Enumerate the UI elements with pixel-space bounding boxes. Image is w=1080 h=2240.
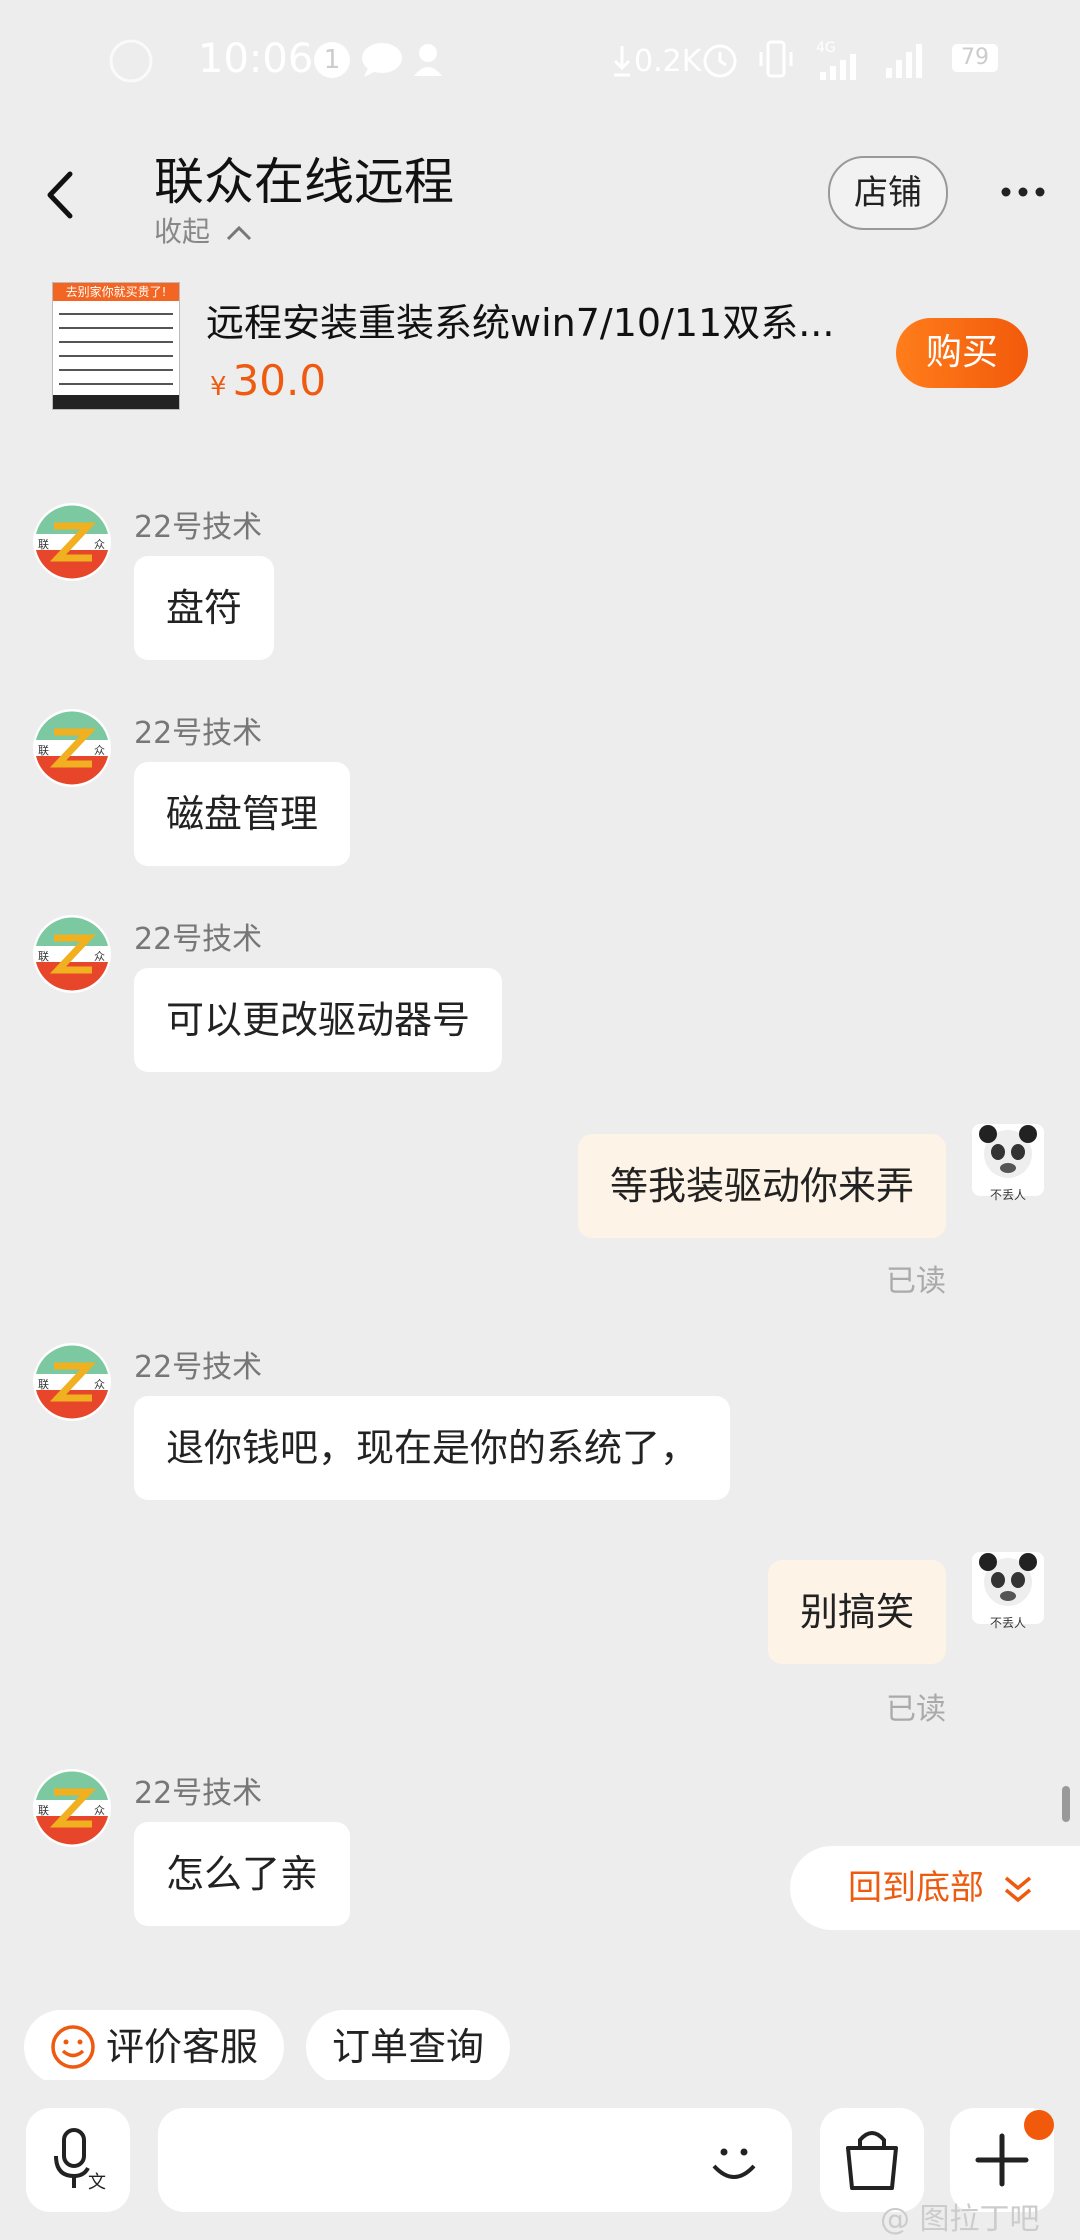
incoming-message-bubble[interactable]: 怎么了亲 xyxy=(134,1822,351,1926)
notification-dot xyxy=(1024,2110,1054,2140)
price-currency: ¥ xyxy=(210,372,227,402)
shop-avatar[interactable]: 联 众 xyxy=(32,708,112,788)
incoming-message-bubble[interactable]: 退你钱吧，现在是你的系统了， xyxy=(134,1396,731,1500)
alarm-icon xyxy=(703,44,737,78)
back-arrow-icon[interactable] xyxy=(40,170,80,220)
user-avatar[interactable]: 不丢人 xyxy=(972,1124,1044,1202)
product-thumbnail[interactable]: 去别家你就买贵了! xyxy=(52,282,180,410)
smiley-icon xyxy=(51,2024,95,2069)
avatar-text-right: 众 xyxy=(94,1378,105,1391)
avatar-text-right: 众 xyxy=(94,1804,105,1817)
sender-name: 22号技术 xyxy=(134,922,263,957)
battery-level: 79 xyxy=(961,45,989,70)
chevron-up-icon xyxy=(226,225,251,241)
voice-input-button[interactable]: 文 xyxy=(26,2108,130,2212)
shop-avatar[interactable]: 联 众 xyxy=(32,502,112,582)
outgoing-message-bubble[interactable]: 别搞笑 xyxy=(767,1560,946,1664)
watermark: @ 图拉丁吧 xyxy=(880,2202,1040,2237)
microphone-icon: 文 xyxy=(54,2128,106,2193)
sender-name: 22号技术 xyxy=(134,510,263,545)
avatar-text-right: 众 xyxy=(94,950,105,963)
app-circle-icon xyxy=(109,39,153,83)
shop-avatar[interactable]: 联 众 xyxy=(32,1768,112,1848)
collapse-toggle[interactable]: 收起 xyxy=(154,210,253,250)
download-icon xyxy=(613,46,631,77)
battery-indicator: 79 xyxy=(952,44,998,72)
double-chevron-down-icon xyxy=(1004,1876,1031,1902)
avatar-text-right: 众 xyxy=(94,538,105,551)
price-value: 30.0 xyxy=(232,356,327,405)
panda-meme-icon xyxy=(979,1553,1037,1606)
contact-icon xyxy=(414,44,442,76)
avatar-text-right: 众 xyxy=(94,744,105,757)
read-receipt: 已读 xyxy=(886,1692,946,1727)
sender-name: 22号技术 xyxy=(134,1350,263,1385)
shop-avatar[interactable]: 联 众 xyxy=(32,1342,112,1422)
shop-logo-icon: 联 众 xyxy=(33,1769,111,1847)
read-receipt: 已读 xyxy=(886,1264,946,1299)
user-avatar-label: 不丢人 xyxy=(989,1188,1026,1202)
avatar-text-left: 联 xyxy=(38,950,49,963)
net-speed: 0.2K xyxy=(634,44,702,79)
message-bubble-icon xyxy=(362,43,402,77)
chat-scrollbar[interactable] xyxy=(1062,1786,1070,1822)
incoming-message-bubble[interactable]: 磁盘管理 xyxy=(134,762,351,866)
jump-to-bottom-button[interactable]: 回到底部 xyxy=(790,1846,1080,1930)
rate-service-label: 评价客服 xyxy=(106,2025,259,2069)
more-options-icon[interactable] xyxy=(998,172,1048,212)
shop-logo-icon: 联 众 xyxy=(33,503,111,581)
product-title[interactable]: 远程安装重装系统win7/10/11双系... xyxy=(206,292,846,347)
vibrate-icon xyxy=(759,40,793,78)
avatar-text-left: 联 xyxy=(38,744,49,757)
buy-button[interactable]: 购买 xyxy=(896,318,1028,388)
panda-meme-icon xyxy=(979,1125,1037,1178)
shop-logo-icon: 联 众 xyxy=(33,709,111,787)
user-avatar-label: 不丢人 xyxy=(989,1616,1026,1630)
product-price: ¥30.0 xyxy=(210,356,326,405)
incoming-message-bubble[interactable]: 可以更改驱动器号 xyxy=(134,968,503,1072)
product-thumbnail-header: 去别家你就买贵了! xyxy=(53,283,179,301)
avatar-text-left: 联 xyxy=(38,538,49,551)
status-time: 10:06 xyxy=(198,36,314,82)
chat-title: 联众在线远程 xyxy=(154,153,454,211)
avatar-text-left: 联 xyxy=(38,1378,49,1391)
notification-count-badge: 1 xyxy=(314,42,350,78)
outgoing-message-bubble[interactable]: 等我装驱动你来弄 xyxy=(577,1134,946,1238)
svg-text:文: 文 xyxy=(88,2172,106,2193)
shop-logo-icon: 联 众 xyxy=(33,915,111,993)
signal-icon-2 xyxy=(886,44,922,78)
user-avatar[interactable]: 不丢人 xyxy=(972,1552,1044,1630)
sender-name: 22号技术 xyxy=(134,1776,263,1811)
rate-service-chip[interactable]: 评价客服 xyxy=(24,2010,285,2084)
avatar-text-left: 联 xyxy=(38,1804,49,1817)
shop-avatar[interactable]: 联 众 xyxy=(32,914,112,994)
order-query-chip[interactable]: 订单查询 xyxy=(306,2010,511,2084)
shop-logo-icon: 联 众 xyxy=(33,1343,111,1421)
emoji-icon[interactable] xyxy=(706,2134,762,2190)
status-bar: 10:06 1 0.2K 4G 79 xyxy=(0,0,1080,120)
message-input[interactable] xyxy=(158,2108,792,2212)
signal-icon-1 xyxy=(820,54,856,80)
collapse-label: 收起 xyxy=(154,215,211,248)
incoming-message-bubble[interactable]: 盘符 xyxy=(134,556,275,660)
shop-button[interactable]: 店铺 xyxy=(828,156,948,230)
jump-to-bottom-label: 回到底部 xyxy=(848,1868,984,1908)
sender-name: 22号技术 xyxy=(134,716,263,751)
